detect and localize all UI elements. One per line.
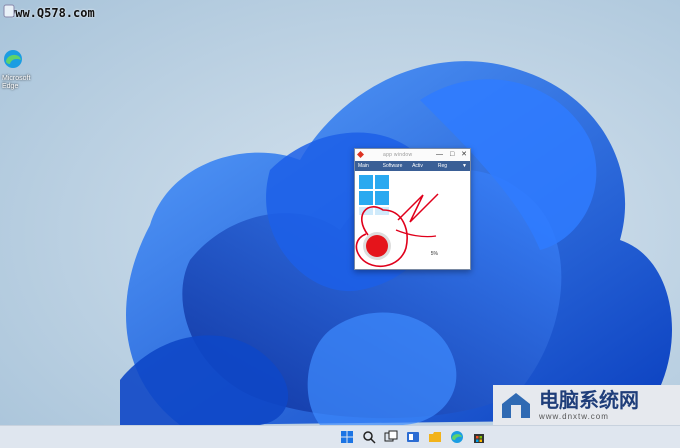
menu-item-activ[interactable]: Activ xyxy=(405,163,430,169)
widgets-icon[interactable] xyxy=(406,430,420,444)
menu-item-software[interactable]: Software xyxy=(380,163,405,169)
menu-item-main[interactable]: Main xyxy=(358,163,380,169)
window-titlebar[interactable]: app window — □ ✕ xyxy=(355,149,470,161)
house-logo-icon xyxy=(502,393,530,418)
maximize-button[interactable]: □ xyxy=(450,151,454,158)
start-icon[interactable] xyxy=(340,430,354,444)
minimize-button[interactable]: — xyxy=(436,151,443,158)
file-explorer-icon[interactable] xyxy=(428,430,442,444)
wallpaper xyxy=(0,0,680,425)
edge-taskbar-icon[interactable] xyxy=(450,430,464,444)
annotation-circle xyxy=(355,193,439,267)
search-icon[interactable] xyxy=(362,430,376,444)
menu-bar: Main Software Activ Reg ▼ xyxy=(355,161,470,171)
desktop: www.Q578.com Microsoft Edge app window —… xyxy=(0,0,680,425)
store-icon[interactable] xyxy=(472,430,486,444)
window-title: app window xyxy=(383,152,413,158)
chevron-down-icon[interactable]: ▼ xyxy=(462,163,467,169)
site-watermark-badge: 电脑系统网 www.dnxtw.com xyxy=(493,385,680,425)
close-button[interactable]: ✕ xyxy=(461,151,467,158)
task-view-icon[interactable] xyxy=(384,430,398,444)
app-icon xyxy=(357,151,364,158)
window-controls: — □ ✕ xyxy=(431,150,467,158)
recycle-bin-icon xyxy=(3,4,15,18)
taskbar xyxy=(0,425,680,448)
desktop-icon-recycle-bin[interactable] xyxy=(2,4,30,23)
desktop-icon-edge[interactable]: Microsoft Edge xyxy=(2,48,30,91)
site-name: 电脑系统网 xyxy=(539,389,639,412)
edge-icon xyxy=(4,50,22,68)
menu-item-reg[interactable]: Reg xyxy=(430,163,455,169)
site-url: www.dnxtw.com xyxy=(539,411,609,421)
desktop-icon-edge-label: Microsoft Edge xyxy=(2,75,31,90)
